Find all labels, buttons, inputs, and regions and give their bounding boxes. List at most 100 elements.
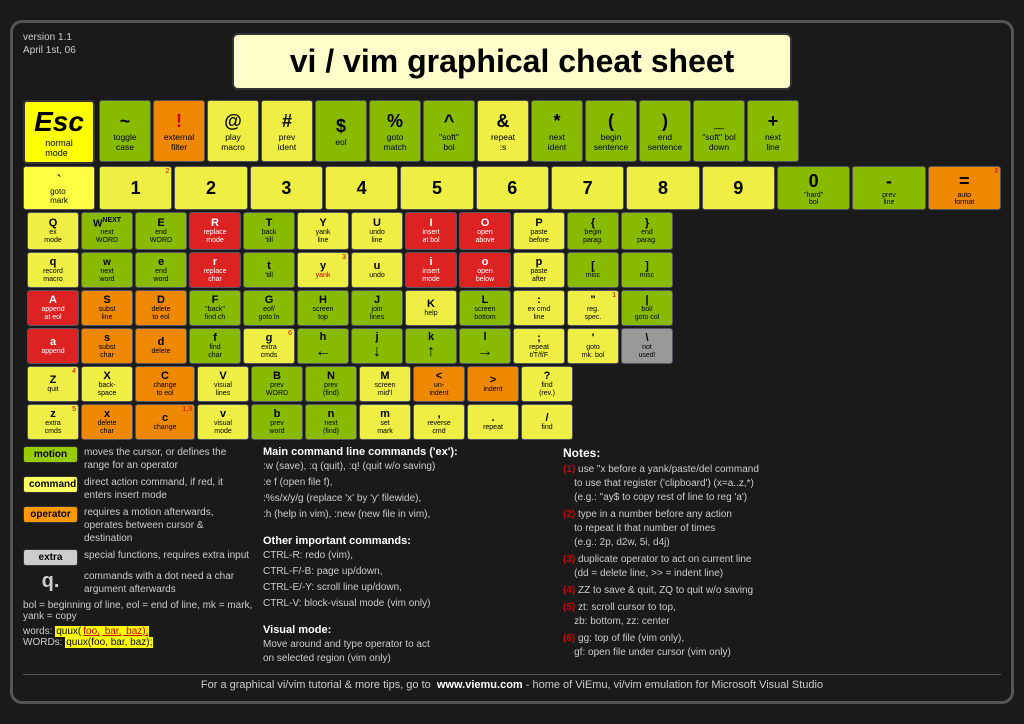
key-3: 3 bbox=[250, 166, 323, 210]
key-N: N prev(find) bbox=[305, 366, 357, 402]
legend-dot-text: commands with a dot need a char argument… bbox=[84, 570, 253, 596]
key-comma: , reversecmd bbox=[413, 404, 465, 440]
footer-suffix: - home of ViEmu, vi/vim emulation for Mi… bbox=[526, 679, 823, 691]
key-K: K help bbox=[405, 290, 457, 326]
words-section: words: quux(foo, bar, baz); WORDs: quux(… bbox=[23, 626, 253, 648]
key-pipe: | bol/goto col bbox=[621, 290, 673, 326]
key-2: 2 bbox=[174, 166, 247, 210]
cmd-ctrl4: CTRL-V: block-visual mode (vim only) bbox=[263, 597, 553, 611]
key-L: L screenbottom bbox=[459, 290, 511, 326]
key-o: o openbelow bbox=[459, 252, 511, 288]
key-y: 3 y yank bbox=[297, 252, 349, 288]
key-h: h ← bbox=[297, 328, 349, 364]
key-backslash: \ notused! bbox=[621, 328, 673, 364]
key-lt: < un-indent bbox=[413, 366, 465, 402]
key-at: @ playmacro bbox=[207, 100, 259, 162]
key-question: ? find(rev.) bbox=[521, 366, 573, 402]
key-5: 5 bbox=[400, 166, 473, 210]
key-hash: # prevident bbox=[261, 100, 313, 162]
legend-motion-text: moves the cursor, or defines the range f… bbox=[84, 446, 253, 472]
key-1: 2 1 bbox=[99, 166, 172, 210]
footer-url[interactable]: www.viemu.com bbox=[437, 679, 523, 691]
key-x: x deletechar bbox=[81, 404, 133, 440]
key-7: 7 bbox=[551, 166, 624, 210]
key-P: P pastebefore bbox=[513, 212, 565, 250]
key-Y: Y yankline bbox=[297, 212, 349, 250]
key-i: i insertmode bbox=[405, 252, 457, 288]
version-text: version 1.1 bbox=[23, 31, 103, 44]
visual-title: Visual mode: bbox=[263, 624, 553, 636]
key-b: b prevword bbox=[251, 404, 303, 440]
key-r: r replacechar bbox=[189, 252, 241, 288]
key-B: B prevWORD bbox=[251, 366, 303, 402]
badge-command: command bbox=[23, 476, 78, 493]
key-equal: 3 = autoformat bbox=[928, 166, 1001, 210]
key-W: WNEXT nextWORD bbox=[81, 212, 133, 250]
key-E: E endWORD bbox=[135, 212, 187, 250]
key-f: f findchar bbox=[189, 328, 241, 364]
key-under: _ "soft" boldown bbox=[693, 100, 745, 162]
key-D: D deleteto eol bbox=[135, 290, 187, 326]
key-rparen: ) endsentence bbox=[639, 100, 691, 162]
key-H: H screentop bbox=[297, 290, 349, 326]
key-caret: ^ "soft"bol bbox=[423, 100, 475, 162]
key-semicolon: ; repeatt/T/f/F bbox=[513, 328, 565, 364]
note-6: (6) gg: top of file (vim only), gf: open… bbox=[563, 632, 1001, 660]
key-colon: : ex cmdline bbox=[513, 290, 565, 326]
key-plus: + nextline bbox=[747, 100, 799, 162]
key-z: 5 z extracmds bbox=[27, 404, 79, 440]
legend-command-text: direct action command, if red, it enters… bbox=[84, 476, 253, 502]
cmd-subst: :%s/x/y/g (replace 'x' by 'y' filewide), bbox=[263, 492, 553, 506]
key-4: 4 bbox=[325, 166, 398, 210]
key-J: J joinlines bbox=[351, 290, 403, 326]
key-lbracket: [ misc bbox=[567, 252, 619, 288]
legend-operator-text: requires a motion afterwards, operates b… bbox=[84, 506, 253, 545]
main-cmd-title: Main command line commands ('ex'): bbox=[263, 446, 553, 458]
commands-col: Main command line commands ('ex'): :w (s… bbox=[263, 446, 553, 668]
key-apostrophe: ' gotomk. bol bbox=[567, 328, 619, 364]
cmd-ctrl3: CTRL-E/-Y: scroll line up/down, bbox=[263, 581, 553, 595]
key-exclaim: ! externalfilter bbox=[153, 100, 205, 162]
key-lparen: ( beginsentence bbox=[585, 100, 637, 162]
cmd-w: :w (save), :q (quit), :q! (quit w/o savi… bbox=[263, 460, 553, 474]
key-9: 9 bbox=[702, 166, 775, 210]
key-T: T back'till bbox=[243, 212, 295, 250]
key-q: q recordmacro bbox=[27, 252, 79, 288]
key-gt: > indent bbox=[467, 366, 519, 402]
key-period: . repeat bbox=[467, 404, 519, 440]
key-0: 0 "hard"bol bbox=[777, 166, 850, 210]
note-5: (5) zt: scroll cursor to top, zb: bottom… bbox=[563, 601, 1001, 629]
key-d: d delete bbox=[135, 328, 187, 364]
title-box: vi / vim graphical cheat sheet bbox=[232, 33, 792, 90]
legend-extra-text: special functions, requires extra input bbox=[84, 549, 249, 562]
key-n: n next(find) bbox=[305, 404, 357, 440]
key-Z: 4 Z quit bbox=[27, 366, 79, 402]
key-w: w nextword bbox=[81, 252, 133, 288]
cmd-h: :h (help in vim), :new (new file in vim)… bbox=[263, 508, 553, 522]
key-8: 8 bbox=[626, 166, 699, 210]
key-A: A appendat eol bbox=[27, 290, 79, 326]
key-percent: % gotomatch bbox=[369, 100, 421, 162]
key-R: R replacemode bbox=[189, 212, 241, 250]
key-k: k ↑ bbox=[405, 328, 457, 364]
key-m: m setmark bbox=[359, 404, 411, 440]
note-4: (4) ZZ to save & quit, ZQ to quit w/o sa… bbox=[563, 584, 1001, 598]
date-text: April 1st, 06 bbox=[23, 44, 103, 57]
key-G: G eof/goto ln bbox=[243, 290, 295, 326]
key-v: v visualmode bbox=[197, 404, 249, 440]
key-O: O openabove bbox=[459, 212, 511, 250]
footer: For a graphical vi/vim tutorial & more t… bbox=[23, 674, 1001, 691]
key-V: V visuallines bbox=[197, 366, 249, 402]
key-S: S substline bbox=[81, 290, 133, 326]
key-rbrace: } endparag. bbox=[621, 212, 673, 250]
esc-key: Esc bbox=[34, 106, 84, 138]
badge-operator: operator bbox=[23, 506, 78, 523]
esc-label: normalmode bbox=[45, 138, 73, 158]
key-star: * nextident bbox=[531, 100, 583, 162]
key-M: M screenmid'l bbox=[359, 366, 411, 402]
dot-symbol: q. bbox=[23, 570, 78, 593]
key-amp: & repeat:s bbox=[477, 100, 529, 162]
notes-title: Notes: bbox=[563, 446, 1001, 460]
note-1: (1) use "x before a yank/paste/del comma… bbox=[563, 463, 1001, 505]
key-U: U undoline bbox=[351, 212, 403, 250]
